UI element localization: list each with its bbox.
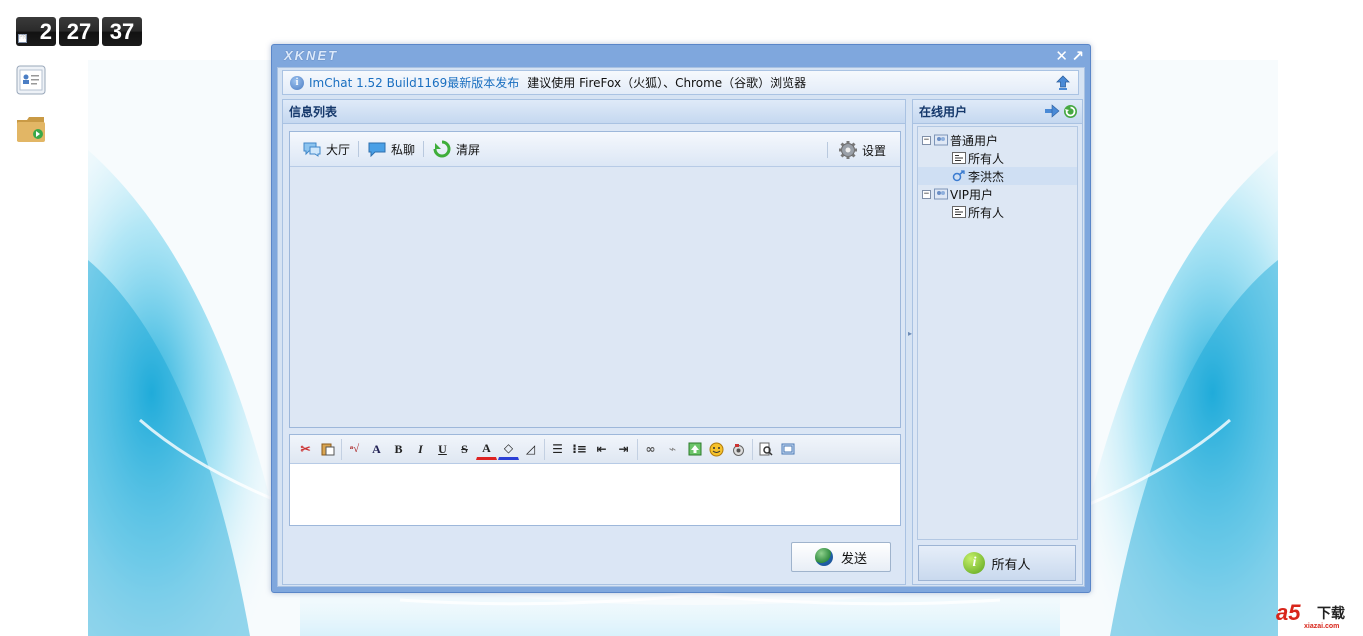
tree-item-everyone[interactable]: 所有人 [918, 149, 1077, 167]
close-icon[interactable]: ✕ [1055, 47, 1068, 65]
imchat-window: XKNET ✕ ↗ i ImChat 1.52 Build1169最新版本发布 … [271, 44, 1091, 593]
user-group-icon [934, 188, 948, 200]
message-panel: 信息列表 大厅 私聊 清屏 设置 ✂ ᵃ√ A B I U S A ◇ ◿ ☰ … [282, 99, 906, 585]
message-input[interactable] [290, 464, 900, 525]
refresh-clear-icon [433, 140, 451, 158]
member-label: 所有人 [968, 151, 1005, 166]
group-label: 普通用户 [950, 133, 999, 148]
tree-item-user[interactable]: 李洪杰 [918, 167, 1077, 185]
desktop-clock: PM 2 27 37 [16, 17, 142, 46]
users-panel-actions [1044, 104, 1078, 119]
hall-label: 大厅 [326, 142, 351, 157]
everyone-target-button[interactable]: i 所有人 [918, 545, 1076, 581]
emoticon-icon[interactable] [706, 439, 727, 460]
window-title-logo: XKNET [284, 48, 339, 63]
version-link[interactable]: ImChat 1.52 Build1169最新版本发布 [309, 74, 519, 91]
forward-arrow-icon[interactable] [1044, 104, 1060, 118]
clear-screen-button[interactable]: 清屏 [426, 137, 486, 161]
group-label: VIP用户 [950, 187, 993, 202]
toolbar-separator [358, 141, 360, 157]
watermark-brand: a5 [1276, 600, 1301, 625]
maximize-icon[interactable]: ↗ [1071, 47, 1084, 65]
target-label: 所有人 [991, 557, 1031, 573]
italic-icon[interactable]: I [410, 439, 431, 460]
spellcheck-icon[interactable]: ᵃ√ [344, 439, 365, 460]
bullet-list-icon[interactable]: ⁝≡ [569, 439, 590, 460]
upload-arrow-icon[interactable] [1056, 75, 1070, 91]
info-icon: i [290, 75, 304, 90]
settings-label: 设置 [861, 143, 886, 158]
globe-icon [814, 548, 833, 566]
screenshot-icon[interactable] [728, 439, 749, 460]
preview-icon[interactable] [755, 439, 776, 460]
collapse-icon[interactable]: − [922, 189, 931, 199]
outdent-icon[interactable]: ⇤ [591, 439, 612, 460]
member-label: 所有人 [968, 205, 1005, 220]
online-users-panel: 在线用户 − 普通用户 所有人 李洪杰 − VIP用户 所有人 i 所有人 [912, 99, 1083, 585]
message-editor: ✂ ᵃ√ A B I U S A ◇ ◿ ☰ ⁝≡ ⇤ ⇥ ∞ ⌁ [289, 434, 901, 526]
a5-watermark-logo: a5 下载 xiazai.com [1276, 600, 1356, 634]
browser-recommendation: 建议使用 FireFox（火狐）、Chrome（谷歌）浏览器 [527, 76, 807, 90]
editor-toolbar: ✂ ᵃ√ A B I U S A ◇ ◿ ☰ ⁝≡ ⇤ ⇥ ∞ ⌁ [290, 435, 900, 464]
hall-chat-icon [303, 142, 321, 157]
font-icon[interactable]: A [366, 439, 387, 460]
cut-icon[interactable]: ✂ [295, 439, 316, 460]
indent-icon[interactable]: ⇥ [613, 439, 634, 460]
message-panel-title: 信息列表 [283, 100, 905, 124]
clock-seconds: 37 [102, 17, 142, 46]
underline-icon[interactable]: U [432, 439, 453, 460]
unlink-icon[interactable]: ⌁ [662, 439, 683, 460]
settings-button[interactable]: 设置 [819, 138, 892, 162]
folder-add-icon[interactable] [16, 113, 46, 143]
clock-meridiem: PM [18, 34, 27, 43]
paste-icon[interactable] [317, 439, 338, 460]
align-left-icon[interactable]: ☰ [547, 439, 568, 460]
notice-bar: i ImChat 1.52 Build1169最新版本发布 建议使用 FireF… [282, 70, 1079, 95]
watermark-url: xiazai.com [1304, 623, 1340, 630]
tree-group-regular-users[interactable]: − 普通用户 [918, 131, 1077, 149]
highlight-color-icon[interactable]: ◇ [498, 439, 519, 460]
user-group-icon [934, 134, 948, 146]
bold-icon[interactable]: B [388, 439, 409, 460]
message-toolbar: 大厅 私聊 清屏 设置 [290, 132, 900, 167]
clock-minutes: 27 [59, 17, 99, 46]
toolbar-separator [423, 141, 425, 157]
link-icon[interactable]: ∞ [640, 439, 661, 460]
eraser-icon[interactable]: ◿ [520, 439, 541, 460]
image-upload-icon[interactable] [684, 439, 705, 460]
window-titlebar[interactable]: XKNET ✕ ↗ [272, 45, 1090, 67]
refresh-icon[interactable] [1063, 104, 1078, 119]
private-chat-icon [368, 142, 386, 157]
hall-button[interactable]: 大厅 [296, 137, 356, 161]
font-color-icon[interactable]: A [476, 439, 497, 460]
strikethrough-icon[interactable]: S [454, 439, 475, 460]
clear-screen-label: 清屏 [456, 142, 481, 157]
male-user-icon [952, 170, 965, 182]
clock-hours: PM 2 [16, 17, 56, 46]
send-button[interactable]: 发送 [791, 542, 891, 572]
gear-icon [838, 141, 857, 159]
message-list: 大厅 私聊 清屏 设置 [289, 131, 901, 428]
contact-card-icon[interactable] [16, 65, 46, 95]
private-chat-label: 私聊 [391, 142, 416, 157]
watermark-text: 下载 [1317, 606, 1345, 622]
send-label: 发送 [840, 551, 867, 567]
user-tree: − 普通用户 所有人 李洪杰 − VIP用户 所有人 [917, 126, 1078, 540]
source-view-icon[interactable] [777, 439, 798, 460]
tree-group-vip-users[interactable]: − VIP用户 [918, 185, 1077, 203]
toolbar-separator [826, 142, 828, 158]
list-icon [952, 206, 966, 218]
window-content: i ImChat 1.52 Build1169最新版本发布 建议使用 FireF… [277, 67, 1085, 587]
info-circle-icon: i [963, 552, 986, 574]
tree-item-everyone[interactable]: 所有人 [918, 203, 1077, 221]
list-icon [952, 152, 966, 164]
private-chat-button[interactable]: 私聊 [361, 137, 421, 161]
collapse-icon[interactable]: − [922, 135, 931, 145]
member-label: 李洪杰 [968, 169, 1005, 184]
